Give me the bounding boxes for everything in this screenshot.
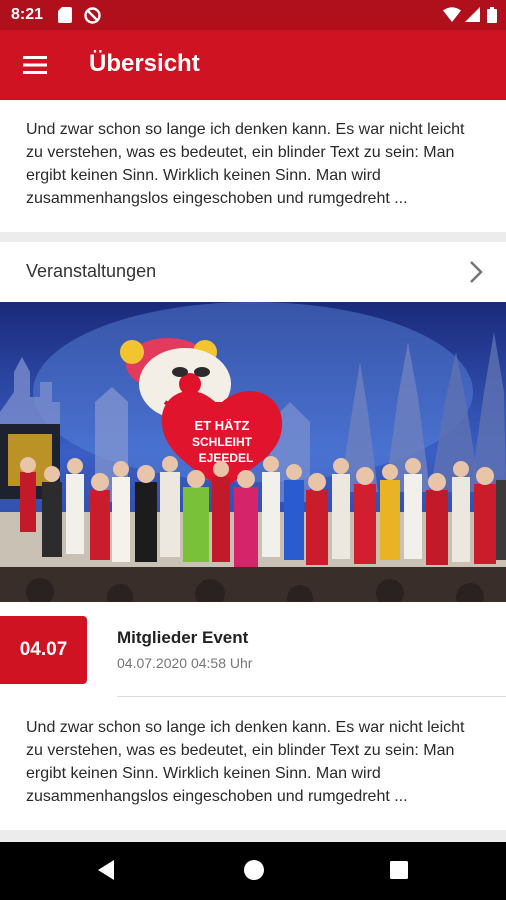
- system-nav-bar: [0, 842, 506, 900]
- sd-card-icon: [58, 7, 72, 23]
- hamburger-menu-icon[interactable]: [14, 44, 56, 86]
- wifi-icon: [443, 7, 461, 22]
- recents-icon[interactable]: [389, 860, 409, 880]
- event-title: Mitglieder Event: [117, 628, 249, 647]
- divider: [117, 696, 506, 697]
- section-label: Veranstaltungen: [26, 261, 157, 281]
- event-date-badge: 04.07: [0, 616, 87, 684]
- status-time: 8:21: [11, 6, 44, 23]
- photo-sign-line-2: SCHLEIHT: [192, 435, 253, 449]
- chevron-right-icon: [470, 261, 483, 283]
- event-datetime: 04.07.2020 04:58 Uhr: [117, 655, 253, 671]
- intro-text: Und zwar schon so lange ich denken kann.…: [26, 121, 465, 207]
- back-icon[interactable]: [96, 859, 116, 881]
- status-bar: 8:21: [0, 0, 506, 30]
- events-section-link[interactable]: Veranstaltungen: [0, 242, 506, 302]
- photo-sign-line-1: ET HÄTZ: [195, 418, 250, 433]
- event-description: Und zwar schon so lange ich denken kann.…: [26, 719, 465, 805]
- app-bar: Übersicht: [0, 30, 506, 100]
- do-not-disturb-icon: [84, 7, 101, 24]
- home-icon[interactable]: [243, 859, 265, 881]
- intro-card: Und zwar schon so lange ich denken kann.…: [0, 100, 506, 232]
- event-card[interactable]: ET HÄTZ SCHLEIHT EJEEDEL 04.07 Mitgliede…: [0, 302, 506, 830]
- event-photo: ET HÄTZ SCHLEIHT EJEEDEL: [0, 302, 506, 602]
- signal-icon: [465, 7, 480, 22]
- battery-icon: [487, 7, 497, 23]
- page-title: Übersicht: [89, 50, 200, 77]
- carnival-stage-image: ET HÄTZ SCHLEIHT EJEEDEL: [0, 302, 506, 602]
